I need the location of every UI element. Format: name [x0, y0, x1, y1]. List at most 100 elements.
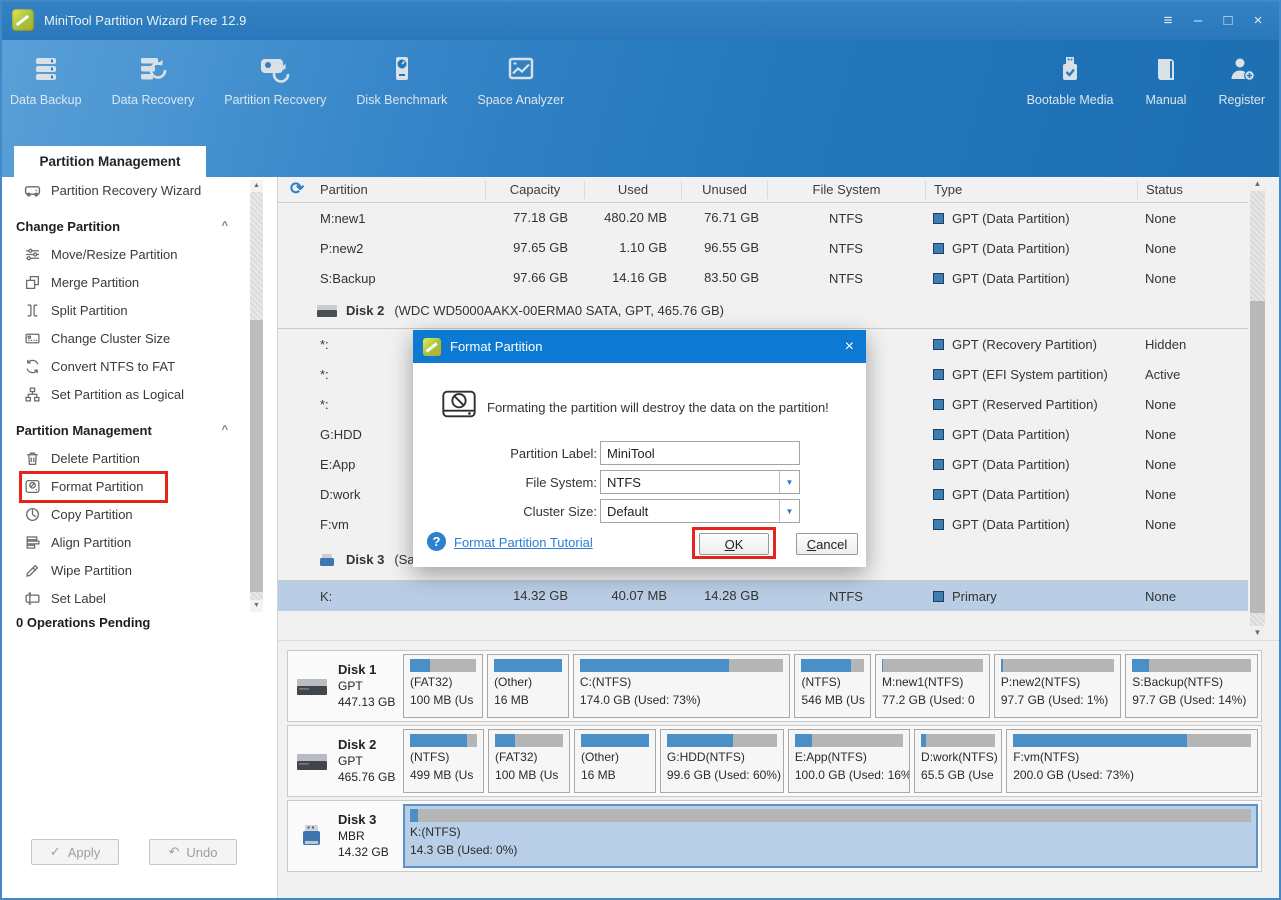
toolbar-data-backup[interactable]: Data Backup: [10, 53, 82, 107]
toolbar-disk-benchmark[interactable]: Disk Benchmark: [356, 53, 447, 107]
chevron-down-icon[interactable]: ▼: [779, 500, 799, 522]
partition-block[interactable]: (FAT32) 100 MB (Us: [488, 729, 570, 793]
disk3-label: Disk 3 MBR 14.32 GB: [288, 801, 400, 871]
sidebar-item-change-cluster-size[interactable]: Change Cluster Size: [2, 325, 248, 351]
partition-block[interactable]: G:HDD(NTFS) 99.6 GB (Used: 60%): [659, 729, 784, 793]
partition-block[interactable]: D:work(NTFS) 65.5 GB (Use: [914, 729, 1003, 793]
tutorial-link[interactable]: Format Partition Tutorial: [454, 535, 593, 550]
scroll-up-icon[interactable]: ▲: [250, 180, 263, 192]
window-title: MiniTool Partition Wizard Free 12.9: [44, 12, 247, 28]
partition-recovery-icon: [259, 53, 291, 83]
operations-pending-label: 0 Operations Pending: [16, 615, 151, 630]
toolbar-data-recovery[interactable]: Data Recovery: [112, 53, 194, 107]
sidebar-item-copy-partition[interactable]: Copy Partition: [2, 501, 248, 527]
partition-block[interactable]: P:new2(NTFS) 97.7 GB (Used: 1%): [993, 654, 1122, 718]
sidebar-item-partition-recovery-wizard[interactable]: Partition Recovery Wizard: [2, 177, 248, 203]
table-row[interactable]: P:new2 97.65 GB 1.10 GB 96.55 GB NTFS GPT (Da…: [278, 233, 1248, 263]
toolbar-register[interactable]: Register: [1218, 53, 1265, 107]
partition-label-input[interactable]: MiniTool: [600, 441, 800, 465]
help-icon[interactable]: ?: [427, 532, 446, 551]
minimize-button[interactable]: –: [1183, 7, 1213, 33]
disk1-panel: Disk 1 GPT 447.13 GB (FAT32) 100 MB (Us (Ot…: [287, 650, 1262, 722]
title-bar: MiniTool Partition Wizard Free 12.9 ≡ – …: [0, 0, 1281, 40]
dialog-warning-text: Formating the partition will destroy the…: [487, 400, 829, 415]
dialog-close-icon[interactable]: ×: [845, 338, 854, 356]
toolbar-space-analyzer[interactable]: Space Analyzer: [477, 53, 564, 107]
toolbar-bootable-media[interactable]: Bootable Media: [1027, 53, 1113, 107]
refresh-icon[interactable]: ⟳: [290, 179, 304, 199]
sidebar-item-align-partition[interactable]: Align Partition: [2, 529, 248, 555]
format-drive-icon: [24, 478, 41, 495]
drive-wizard-icon: [24, 182, 41, 199]
partition-block[interactable]: (FAT32) 100 MB (Us: [403, 654, 484, 718]
cancel-button[interactable]: Cancel: [796, 533, 858, 555]
table-row[interactable]: M:new1 77.18 GB 480.20 MB 76.71 GB NTFS GPT (…: [278, 203, 1248, 233]
table-row[interactable]: S:Backup 97.66 GB 14.16 GB 83.50 GB NTFS GPT …: [278, 263, 1248, 293]
chevron-up-icon[interactable]: ^: [222, 424, 228, 436]
scroll-down-icon[interactable]: ▼: [250, 600, 263, 612]
toolbar-manual[interactable]: Manual: [1145, 53, 1186, 107]
section-change-partition[interactable]: Change Partition ^: [2, 213, 248, 239]
partition-block[interactable]: M:new1(NTFS) 77.2 GB (Used: 0: [874, 654, 990, 718]
sidebar-item-merge[interactable]: Merge Partition: [2, 269, 248, 295]
partition-type-icon: [933, 590, 944, 602]
check-icon: ✓: [49, 844, 61, 859]
split-icon: [24, 302, 41, 319]
sidebar-item-convert-ntfs-fat[interactable]: Convert NTFS to FAT: [2, 353, 248, 379]
sidebar-item-set-logical[interactable]: Set Partition as Logical: [2, 381, 248, 407]
sidebar-item-move-resize[interactable]: Move/Resize Partition: [2, 241, 248, 267]
chevron-up-icon[interactable]: ^: [222, 220, 228, 232]
cluster-size-label: Cluster Size:: [523, 504, 597, 519]
wipe-eraser-icon: [24, 562, 41, 579]
sidebar-scrollbar-thumb[interactable]: [250, 320, 263, 592]
col-used: Used: [584, 180, 681, 199]
toolbar-partition-recovery[interactable]: Partition Recovery: [224, 53, 326, 107]
partition-block[interactable]: (NTFS) 546 MB (Us: [794, 654, 871, 718]
partition-block[interactable]: S:Backup(NTFS) 97.7 GB (Used: 14%): [1125, 654, 1259, 718]
usb-drive-icon: [320, 553, 334, 566]
partition-block[interactable]: F:vm(NTFS) 200.0 GB (Used: 73%): [1006, 729, 1258, 793]
disk-map: Disk 1 GPT 447.13 GB (FAT32) 100 MB (Us (Ot…: [278, 640, 1279, 898]
maximize-button[interactable]: □: [1213, 7, 1243, 33]
sidebar-item-format-partition[interactable]: Format Partition: [2, 473, 248, 499]
col-unused: Unused: [681, 180, 767, 199]
undo-button[interactable]: ↶ Undo: [149, 839, 237, 865]
menu-icon[interactable]: ≡: [1153, 7, 1183, 33]
partition-block[interactable]: C:(NTFS) 174.0 GB (Used: 73%): [572, 654, 791, 718]
partition-block[interactable]: (NTFS) 499 MB (Us: [403, 729, 485, 793]
sidebar-item-set-label[interactable]: Set Label: [2, 585, 248, 611]
partition-type-icon: [933, 518, 944, 530]
ok-button[interactable]: OK: [699, 533, 769, 555]
partition-type-icon: [933, 338, 944, 350]
tab-partition-management[interactable]: Partition Management: [14, 146, 206, 177]
format-partition-dialog: Format Partition × Formating the partiti…: [413, 330, 866, 567]
cluster-size-select[interactable]: Default ▼: [600, 499, 800, 523]
sidebar-item-split[interactable]: Split Partition: [2, 297, 248, 323]
partition-type-icon: [933, 428, 944, 440]
partition-type-icon: [933, 458, 944, 470]
section-partition-management[interactable]: Partition Management ^: [2, 417, 248, 443]
table-scrollbar-thumb[interactable]: [1250, 301, 1265, 613]
disk2-label: Disk 2 GPT 465.76 GB: [288, 726, 400, 796]
disk-group-row[interactable]: Disk 2 (WDC WD5000AAKX-00ERMA0 SATA, GPT,…: [278, 293, 1248, 329]
sidebar-scrollbar[interactable]: ▲ ▼: [250, 180, 263, 612]
table-scrollbar[interactable]: ▲ ▼: [1250, 177, 1265, 640]
hdd-icon: [297, 754, 327, 770]
file-system-select[interactable]: NTFS ▼: [600, 470, 800, 494]
scroll-down-icon[interactable]: ▼: [1250, 626, 1265, 640]
data-recovery-icon: [138, 53, 168, 83]
partition-block[interactable]: E:App(NTFS) 100.0 GB (Used: 16%): [787, 729, 911, 793]
toolbar: Data Backup Data Recovery Partition Reco…: [0, 40, 1281, 177]
file-system-label: File System:: [525, 475, 597, 490]
disk2-panel: Disk 2 GPT 465.76 GB (NTFS) 499 MB (Us (FAT…: [287, 725, 1262, 797]
partition-block[interactable]: (Other) 16 MB: [487, 654, 569, 718]
partition-block-selected[interactable]: K:(NTFS) 14.3 GB (Used: 0%): [403, 804, 1258, 868]
chevron-down-icon[interactable]: ▼: [779, 471, 799, 493]
apply-button[interactable]: ✓ Apply: [31, 839, 119, 865]
table-row-selected[interactable]: K: 14.32 GB 40.07 MB 14.28 GB NTFS Primary Non…: [278, 581, 1248, 611]
scroll-up-icon[interactable]: ▲: [1250, 177, 1265, 191]
sidebar-item-delete-partition[interactable]: Delete Partition: [2, 445, 248, 471]
partition-block[interactable]: (Other) 16 MB: [573, 729, 656, 793]
close-button[interactable]: ×: [1243, 7, 1273, 33]
sidebar-item-wipe-partition[interactable]: Wipe Partition: [2, 557, 248, 583]
